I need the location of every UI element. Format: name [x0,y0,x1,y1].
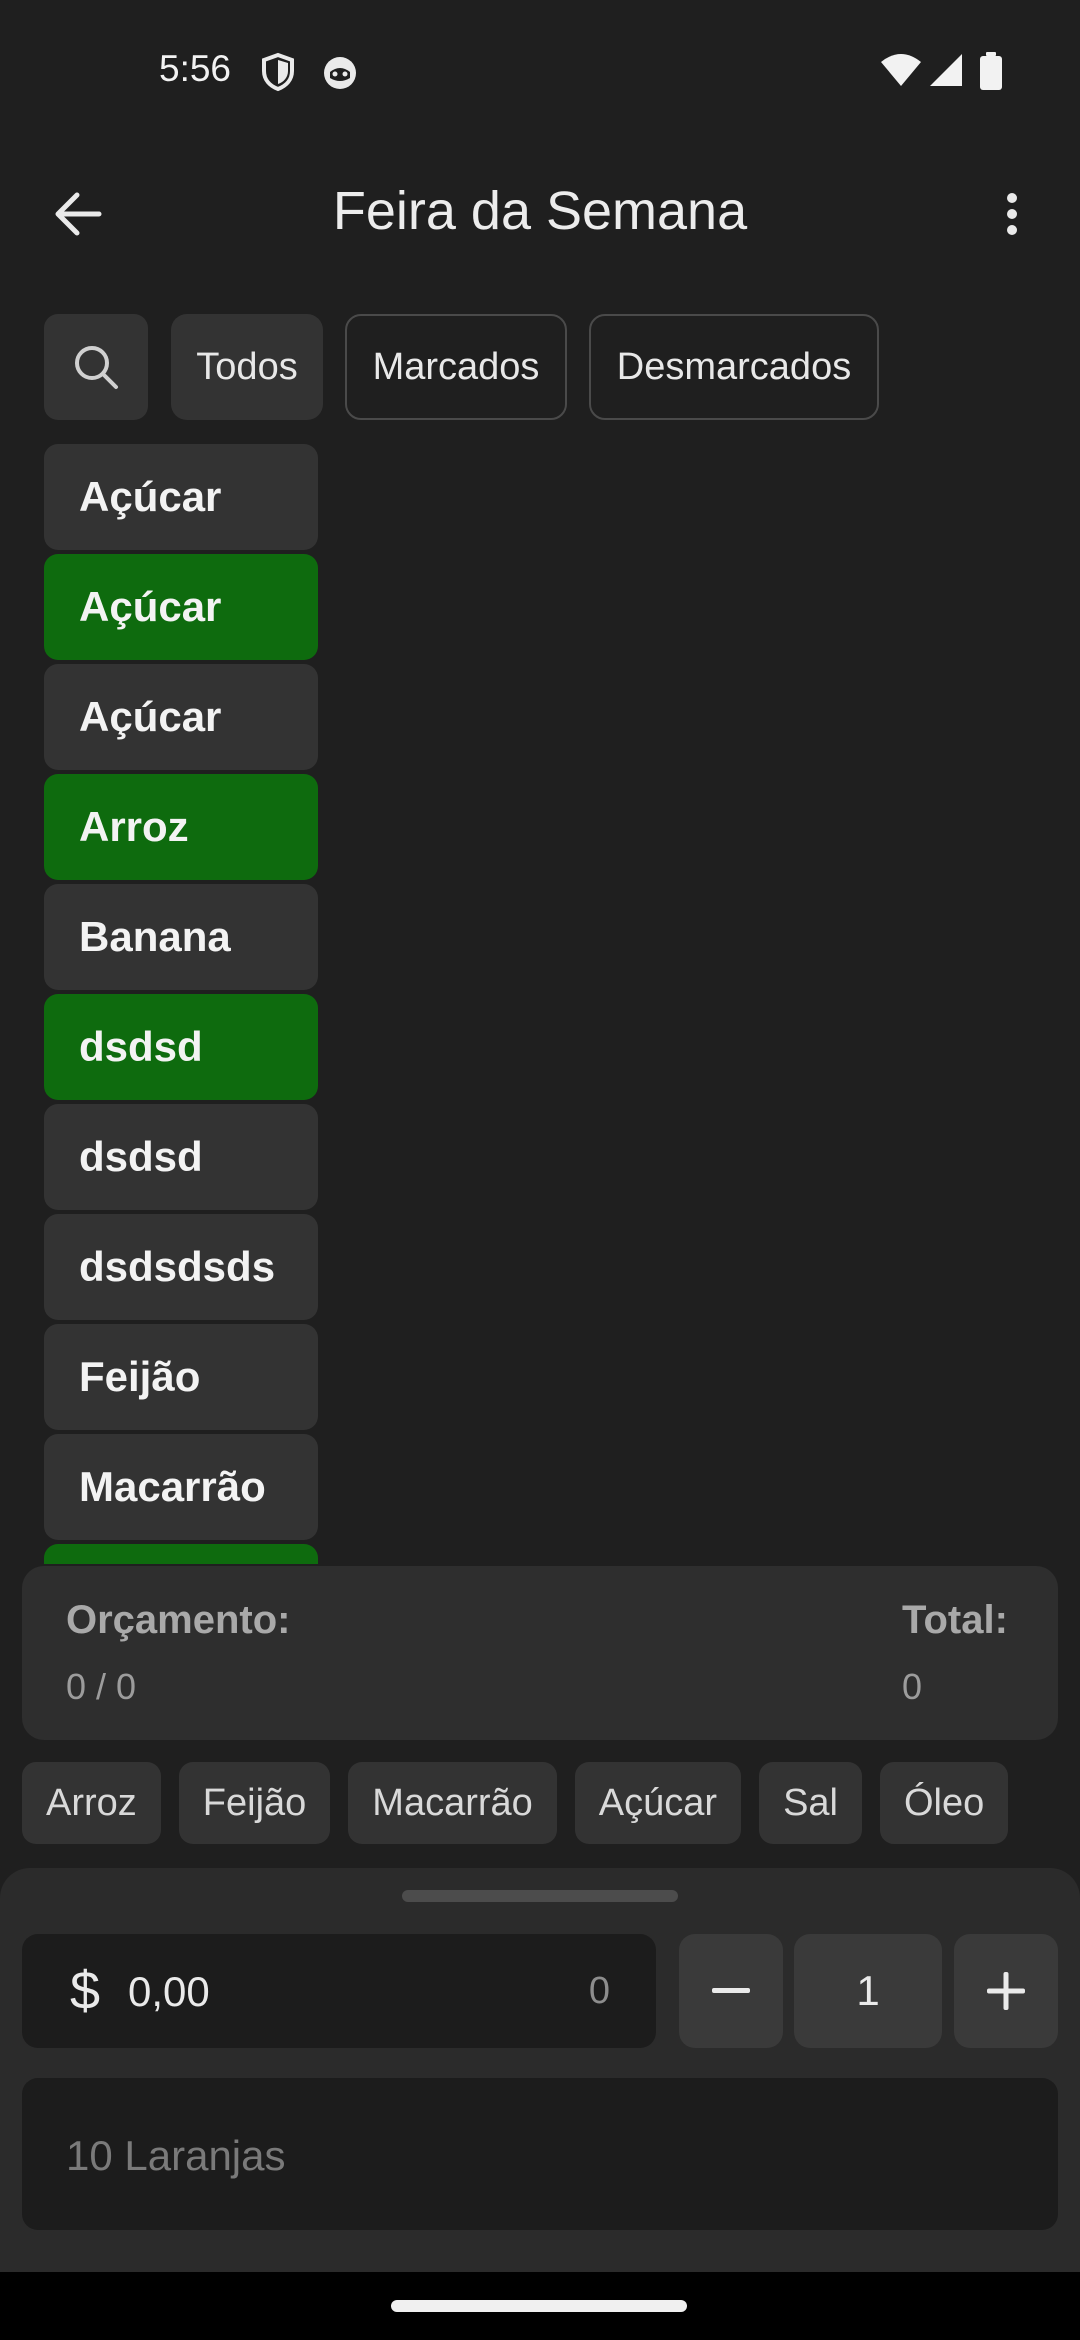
navigation-bar [0,2272,1080,2340]
shield-icon [260,52,296,97]
item-name-placeholder: 10 Laranjas [66,2132,286,2179]
drag-handle[interactable] [402,1890,678,1902]
status-time: 5:56 [159,48,232,89]
price-input[interactable]: $ 0,00 0 [22,1934,656,2048]
product-item[interactable]: Arroz [44,774,318,880]
product-item[interactable]: Macarrão [44,1434,318,1540]
product-item[interactable]: dsdsd [44,994,318,1100]
quantity-display: 1 [794,1934,942,2048]
more-options-button[interactable] [982,176,1042,252]
app-screen: 5:56 Feira da Semana Todos Marcados Desm… [0,0,1080,2272]
product-list: Açúcar Açúcar Açúcar Arroz Banana dsdsd dsdsd d… [44,444,318,1564]
product-item[interactable]: Açúcar [44,664,318,770]
product-name: Feijão [79,1353,201,1400]
product-name: Macarrão [79,1463,266,1510]
home-indicator[interactable] [391,2300,687,2312]
filter-chip-marcados[interactable]: Marcados [345,314,567,420]
total-value: 0 [902,1666,923,1707]
suggestion-chip[interactable]: Macarrão [348,1762,557,1844]
signal-icon [928,52,964,93]
filter-chip-desmarcados[interactable]: Desmarcados [589,314,879,420]
product-item[interactable]: Banana [44,884,318,990]
product-name: dsdsd [79,1133,203,1180]
suggestion-chip[interactable]: Arroz [22,1762,161,1844]
product-item[interactable] [44,1544,318,1564]
product-name: Arroz [79,803,189,850]
filter-chip-todos[interactable]: Todos [171,314,323,420]
price-count: 0 [588,1970,610,2012]
currency-symbol: $ [70,1961,101,2021]
suggestion-chip[interactable]: Açúcar [574,1762,742,1844]
minus-icon [712,1988,750,1993]
status-bar: 5:56 [0,0,1080,140]
plus-icon [987,1972,1025,2010]
total-label: Total: [902,1598,1008,1642]
budget-summary-card: Orçamento: 0 / 0 Total: 0 [22,1566,1058,1740]
page-title: Feira da Semana [332,181,748,241]
budget-label: Orçamento: [66,1598,291,1642]
quantity-value: 1 [856,1967,880,2014]
mascot-icon [320,52,360,97]
product-item[interactable]: dsdsd [44,1104,318,1210]
product-item[interactable]: dsdsdsds [44,1214,318,1320]
product-name: Banana [79,913,231,960]
suggestion-chip[interactable]: Óleo [880,1762,1009,1844]
add-item-sheet: $ 0,00 0 1 10 Laranjas [0,1868,1080,2272]
increase-quantity-button[interactable] [954,1934,1058,2048]
budget-value: 0 / 0 [66,1666,137,1707]
search-button[interactable] [44,314,148,420]
product-name: Açúcar [79,693,222,740]
product-item[interactable]: Açúcar [44,444,318,550]
product-item[interactable]: Feijão [44,1324,318,1430]
suggestion-chip[interactable]: Sal [759,1762,862,1844]
product-name: dsdsd [79,1023,203,1070]
suggestion-chip[interactable]: Feijão [178,1762,331,1844]
product-name: dsdsdsds [79,1243,276,1290]
product-name: Açúcar [79,583,222,630]
more-vert-icon [1007,193,1017,235]
item-name-input[interactable]: 10 Laranjas [22,2078,1058,2230]
suggestion-chips: Arroz Feijão Macarrão Açúcar Sal Óleo [22,1762,1080,1844]
product-item[interactable]: Açúcar [44,554,318,660]
product-name: Açúcar [79,473,222,520]
wifi-icon [880,52,922,93]
battery-icon [980,52,1002,95]
search-icon [75,346,118,389]
decrease-quantity-button[interactable] [679,1934,783,2048]
price-value: 0,00 [128,1968,210,2015]
